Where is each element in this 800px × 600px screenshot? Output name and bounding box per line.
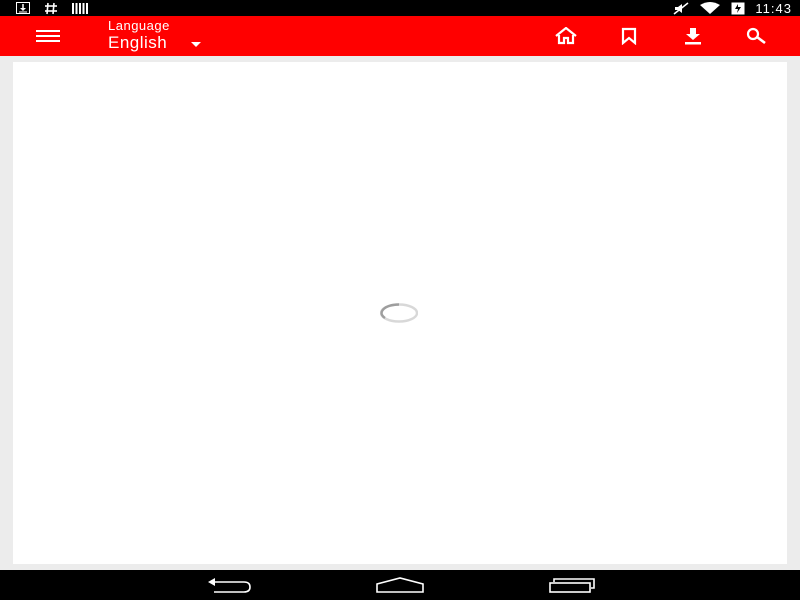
home-icon: [376, 577, 424, 593]
language-label: Language: [108, 18, 170, 33]
back-icon: [208, 578, 251, 593]
bookmark-button[interactable]: [616, 24, 642, 48]
app-bar: Language English: [0, 16, 800, 56]
barcode-icon: [72, 2, 88, 14]
recents-icon: [549, 578, 595, 593]
back-button[interactable]: [206, 576, 252, 594]
status-bar: 11:43: [0, 0, 800, 16]
home-icon: [555, 27, 577, 45]
navigation-bar: [0, 570, 800, 600]
menu-icon[interactable]: [36, 28, 60, 44]
search-button[interactable]: [743, 24, 769, 48]
status-left-icons: [16, 0, 88, 16]
battery-charging-icon: [731, 2, 745, 15]
bookmark-icon: [621, 27, 637, 45]
home-button[interactable]: [553, 24, 579, 48]
recents-button[interactable]: [548, 576, 596, 594]
status-clock: 11:43: [755, 0, 792, 16]
loading-spinner: [379, 303, 419, 323]
language-selector[interactable]: Language English: [108, 18, 202, 53]
language-value: English: [108, 33, 168, 52]
wifi-icon: [699, 2, 721, 14]
nav-home-button[interactable]: [375, 576, 425, 594]
download-icon: [685, 28, 701, 45]
hash-icon: [44, 2, 58, 15]
mute-icon: [673, 1, 689, 15]
status-right-icons: 11:43: [673, 0, 792, 16]
download-notification-icon: [16, 2, 30, 14]
chevron-down-icon: [191, 41, 202, 47]
download-button[interactable]: [680, 24, 706, 48]
language-value-row: English: [108, 33, 202, 53]
search-icon: [746, 27, 766, 45]
